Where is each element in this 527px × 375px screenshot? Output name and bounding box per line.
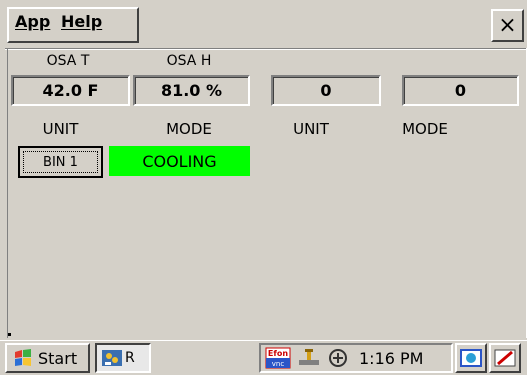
close-icon: × (498, 12, 517, 38)
vnc-icon[interactable]: Efon vnc (265, 347, 291, 369)
bin-1-label: BIN 1 (23, 151, 98, 173)
mode-header-1: MODE (166, 120, 212, 138)
osa-h-label: OSA H (166, 53, 212, 69)
start-label: Start (38, 348, 78, 368)
start-button[interactable]: Start (5, 343, 90, 373)
mode-status: COOLING (109, 146, 250, 176)
osa-h-field: 81.0 % (133, 75, 250, 106)
unit-header-1: UNIT (42, 120, 79, 138)
desktop-button[interactable] (455, 343, 487, 373)
menu-app[interactable]: App (15, 12, 50, 31)
pen-icon (494, 349, 516, 367)
desktop-icon (460, 349, 482, 367)
clock[interactable]: 1:16 PM (359, 349, 423, 368)
svg-text:vnc: vnc (272, 360, 285, 368)
close-button[interactable]: × (491, 9, 524, 42)
svg-text:Efon: Efon (268, 349, 288, 358)
taskbar-app-button[interactable]: R (95, 343, 151, 373)
network-icon[interactable] (297, 347, 321, 369)
menu-separator (5, 48, 527, 50)
panel-left-border (7, 48, 8, 338)
connection-icon[interactable] (327, 347, 349, 369)
osa-t-label: OSA T (46, 53, 90, 69)
unit-header-2: UNIT (293, 120, 329, 138)
bin-1-button[interactable]: BIN 1 (18, 146, 103, 178)
menu-bar: App Help (7, 7, 139, 43)
task-label: R (125, 350, 135, 366)
value-field-4: 0 (402, 75, 519, 106)
mode-header-2: MODE (402, 120, 448, 138)
panel-dot (8, 333, 11, 336)
input-panel-button[interactable] (489, 343, 521, 373)
menu-help[interactable]: Help (61, 12, 102, 31)
value-field-3: 0 (271, 75, 381, 106)
osa-t-field: 42.0 F (11, 75, 130, 106)
windows-flag-icon (15, 349, 31, 366)
system-tray: Efon vnc 1:16 PM (259, 343, 453, 373)
app-icon (102, 350, 122, 366)
